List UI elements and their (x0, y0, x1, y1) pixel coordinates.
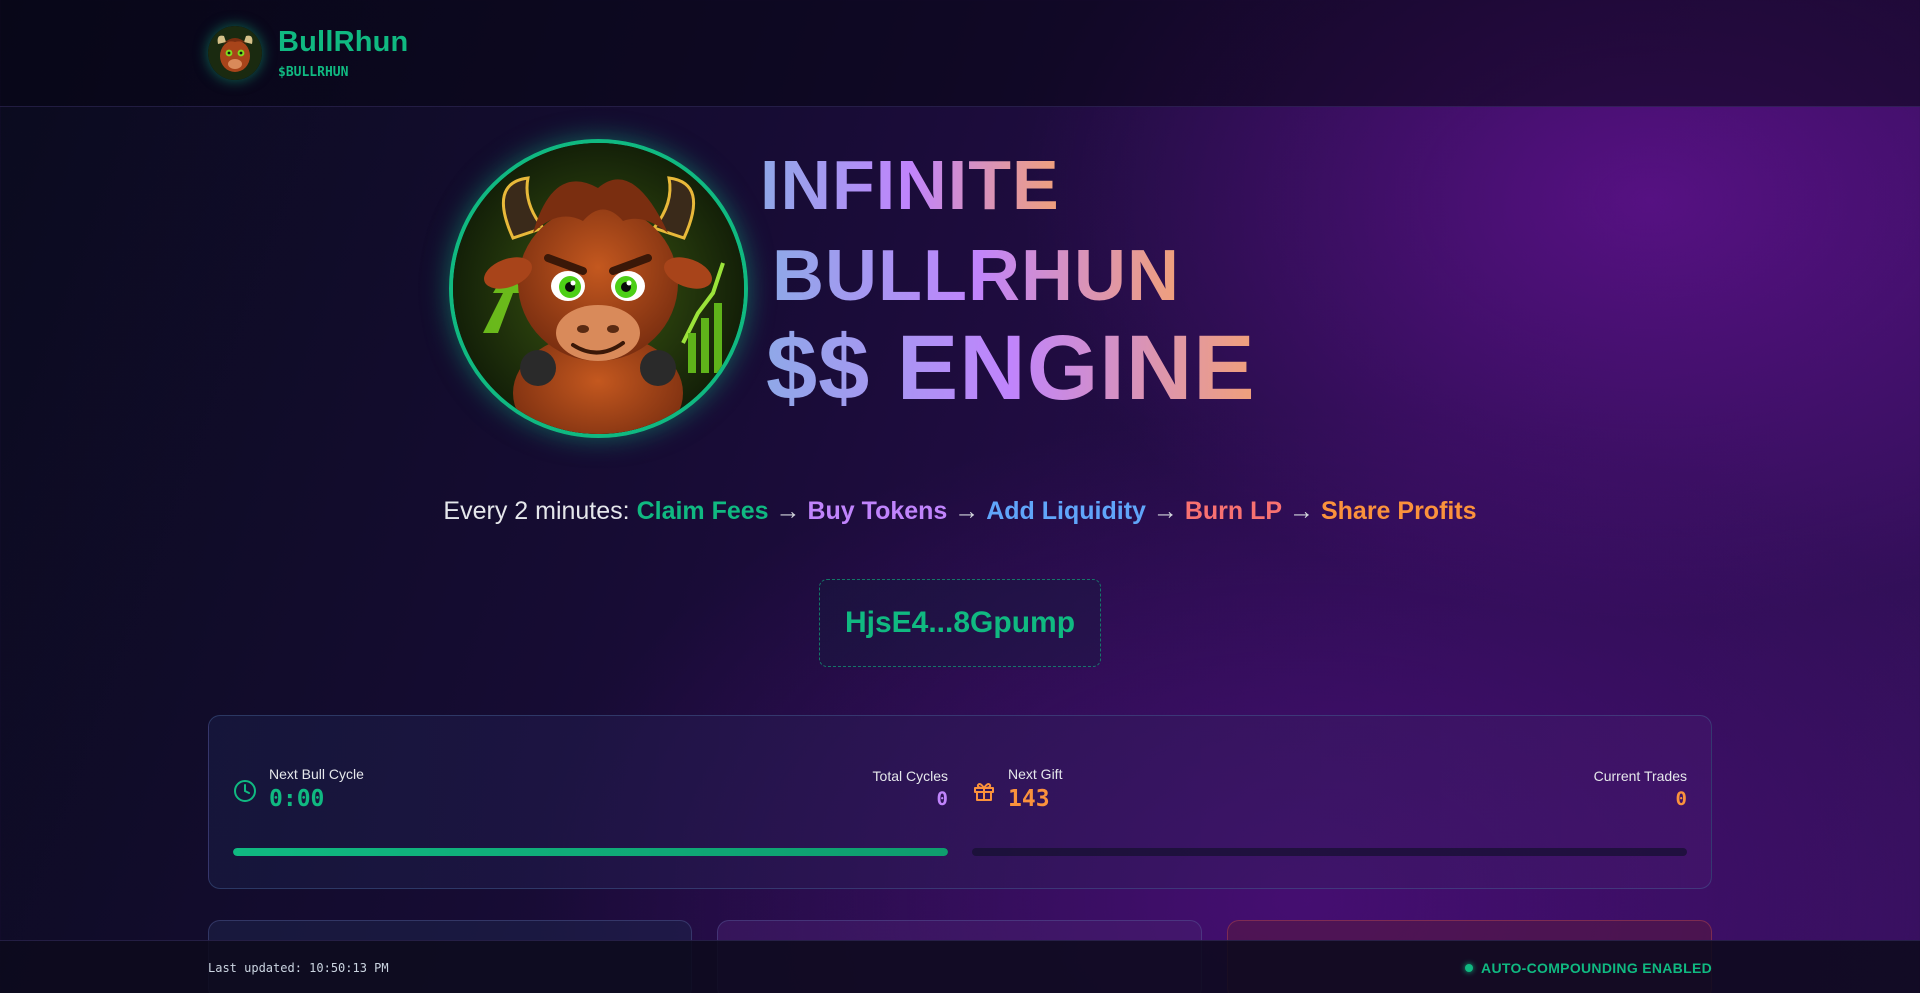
stats-panel: Next Bull Cycle 0:00 Total Cycles 0 Next… (208, 715, 1712, 889)
next-bull-cycle-stat: Next Bull Cycle 0:00 Total Cycles 0 (233, 766, 948, 856)
clock-icon (234, 780, 256, 802)
flow-step-burn-lp: Burn LP (1184, 497, 1283, 525)
cycle-progress-fill (233, 848, 948, 856)
cycle-progress-bar (233, 848, 948, 856)
next-gift-label: Next Gift (1008, 766, 1063, 782)
contract-address-copy-button[interactable]: HjsE4...8Gpump (819, 579, 1101, 667)
top-header: BullRhun $BULLRHUN (0, 0, 1920, 107)
auto-compounding-status: AUTO-COMPOUNDING ENABLED (1465, 960, 1712, 976)
brand-ticker: $BULLRHUN (278, 64, 349, 80)
next-gift-value: 143 (1008, 786, 1050, 812)
flow-step-share-profits: Share Profits (1320, 497, 1477, 525)
hero-title-line-2: BULLRHUN (772, 236, 1180, 316)
status-footer: Last updated: 10:50:13 PM AUTO-COMPOUNDI… (0, 940, 1920, 993)
flow-arrow: → (1289, 497, 1315, 525)
status-dot-icon (1465, 964, 1474, 972)
current-trades-label: Current Trades (1593, 768, 1687, 784)
last-updated-text: Last updated: 10:50:13 PM (208, 961, 389, 975)
total-cycles-label: Total Cycles (872, 768, 948, 784)
gift-icon (974, 783, 994, 801)
flow-step-add-liquidity: Add Liquidity (986, 497, 1146, 525)
flow-step-buy-tokens: Buy Tokens (807, 497, 948, 525)
flow-step-claim-fees: Claim Fees (636, 497, 769, 525)
hero-title-line-1: INFINITE (760, 146, 1060, 224)
next-bull-cycle-label: Next Bull Cycle (269, 766, 364, 782)
brand-logo (208, 26, 262, 80)
next-gift-stat: Next Gift 143 Current Trades 0 (972, 766, 1687, 856)
total-cycles-value: 0 (936, 788, 948, 810)
flow-arrow: → (954, 497, 980, 525)
flow-prefix: Every 2 minutes: (443, 497, 630, 525)
flow-arrow: → (1152, 497, 1178, 525)
brand-name: BullRhun (278, 25, 409, 58)
mascot-image (449, 139, 748, 438)
flow-arrow: → (775, 497, 801, 525)
current-trades-value: 0 (1675, 788, 1687, 810)
auto-compounding-label: AUTO-COMPOUNDING ENABLED (1481, 960, 1712, 976)
hero-title-line-3: $$ ENGINE (766, 317, 1256, 419)
brand[interactable]: BullRhun $BULLRHUN (208, 26, 408, 80)
gift-progress-bar (972, 848, 1687, 856)
next-bull-cycle-timer: 0:00 (269, 786, 325, 812)
cycle-description: Every 2 minutes: Claim Fees → Buy Tokens… (0, 497, 1920, 526)
